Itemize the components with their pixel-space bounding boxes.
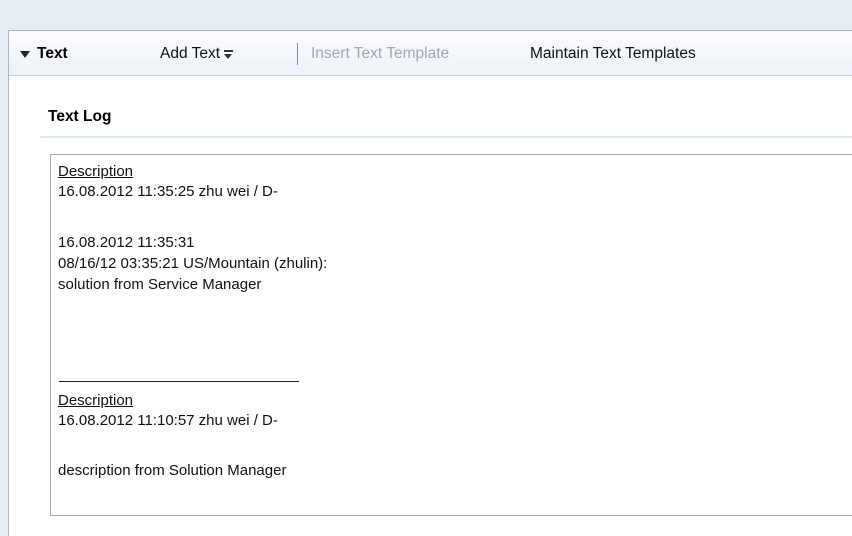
text-panel: Text Add Text Insert Text Template Maint… <box>8 30 852 536</box>
entry-text-line: 08/16/12 03:35:21 US/Mountain (zhulin): <box>58 255 328 272</box>
dropdown-arrow-icon <box>224 50 234 59</box>
text-toolbar: Text Add Text Insert Text Template Maint… <box>9 31 852 76</box>
text-log-area[interactable]: Description 16.08.2012 11:35:25 zhu wei … <box>50 154 852 516</box>
entry-meta: 16.08.2012 11:10:57 zhu wei / D- <box>58 412 278 429</box>
entry-text-line: 16.08.2012 11:35:31 <box>58 234 195 251</box>
text-log-title: Text Log <box>48 108 112 125</box>
add-text-menu[interactable]: Add Text <box>160 31 234 76</box>
entry-heading-description[interactable]: Description <box>58 162 133 181</box>
title-divider <box>40 136 852 138</box>
insert-text-template-button: Insert Text Template <box>311 45 450 62</box>
entry-text-line: description from Solution Manager <box>58 462 287 479</box>
entry-text-line: solution from Service Manager <box>58 276 262 293</box>
entry-separator <box>59 381 299 382</box>
maintain-text-templates-button[interactable]: Maintain Text Templates <box>530 31 696 76</box>
section-title[interactable]: Text <box>37 31 68 76</box>
entry-meta: 16.08.2012 11:35:25 zhu wei / D- <box>58 183 278 200</box>
add-text-label: Add Text <box>160 45 221 62</box>
collapse-triangle-icon[interactable] <box>20 51 30 58</box>
entry-heading-description[interactable]: Description <box>58 391 133 410</box>
toolbar-separator <box>297 43 298 65</box>
